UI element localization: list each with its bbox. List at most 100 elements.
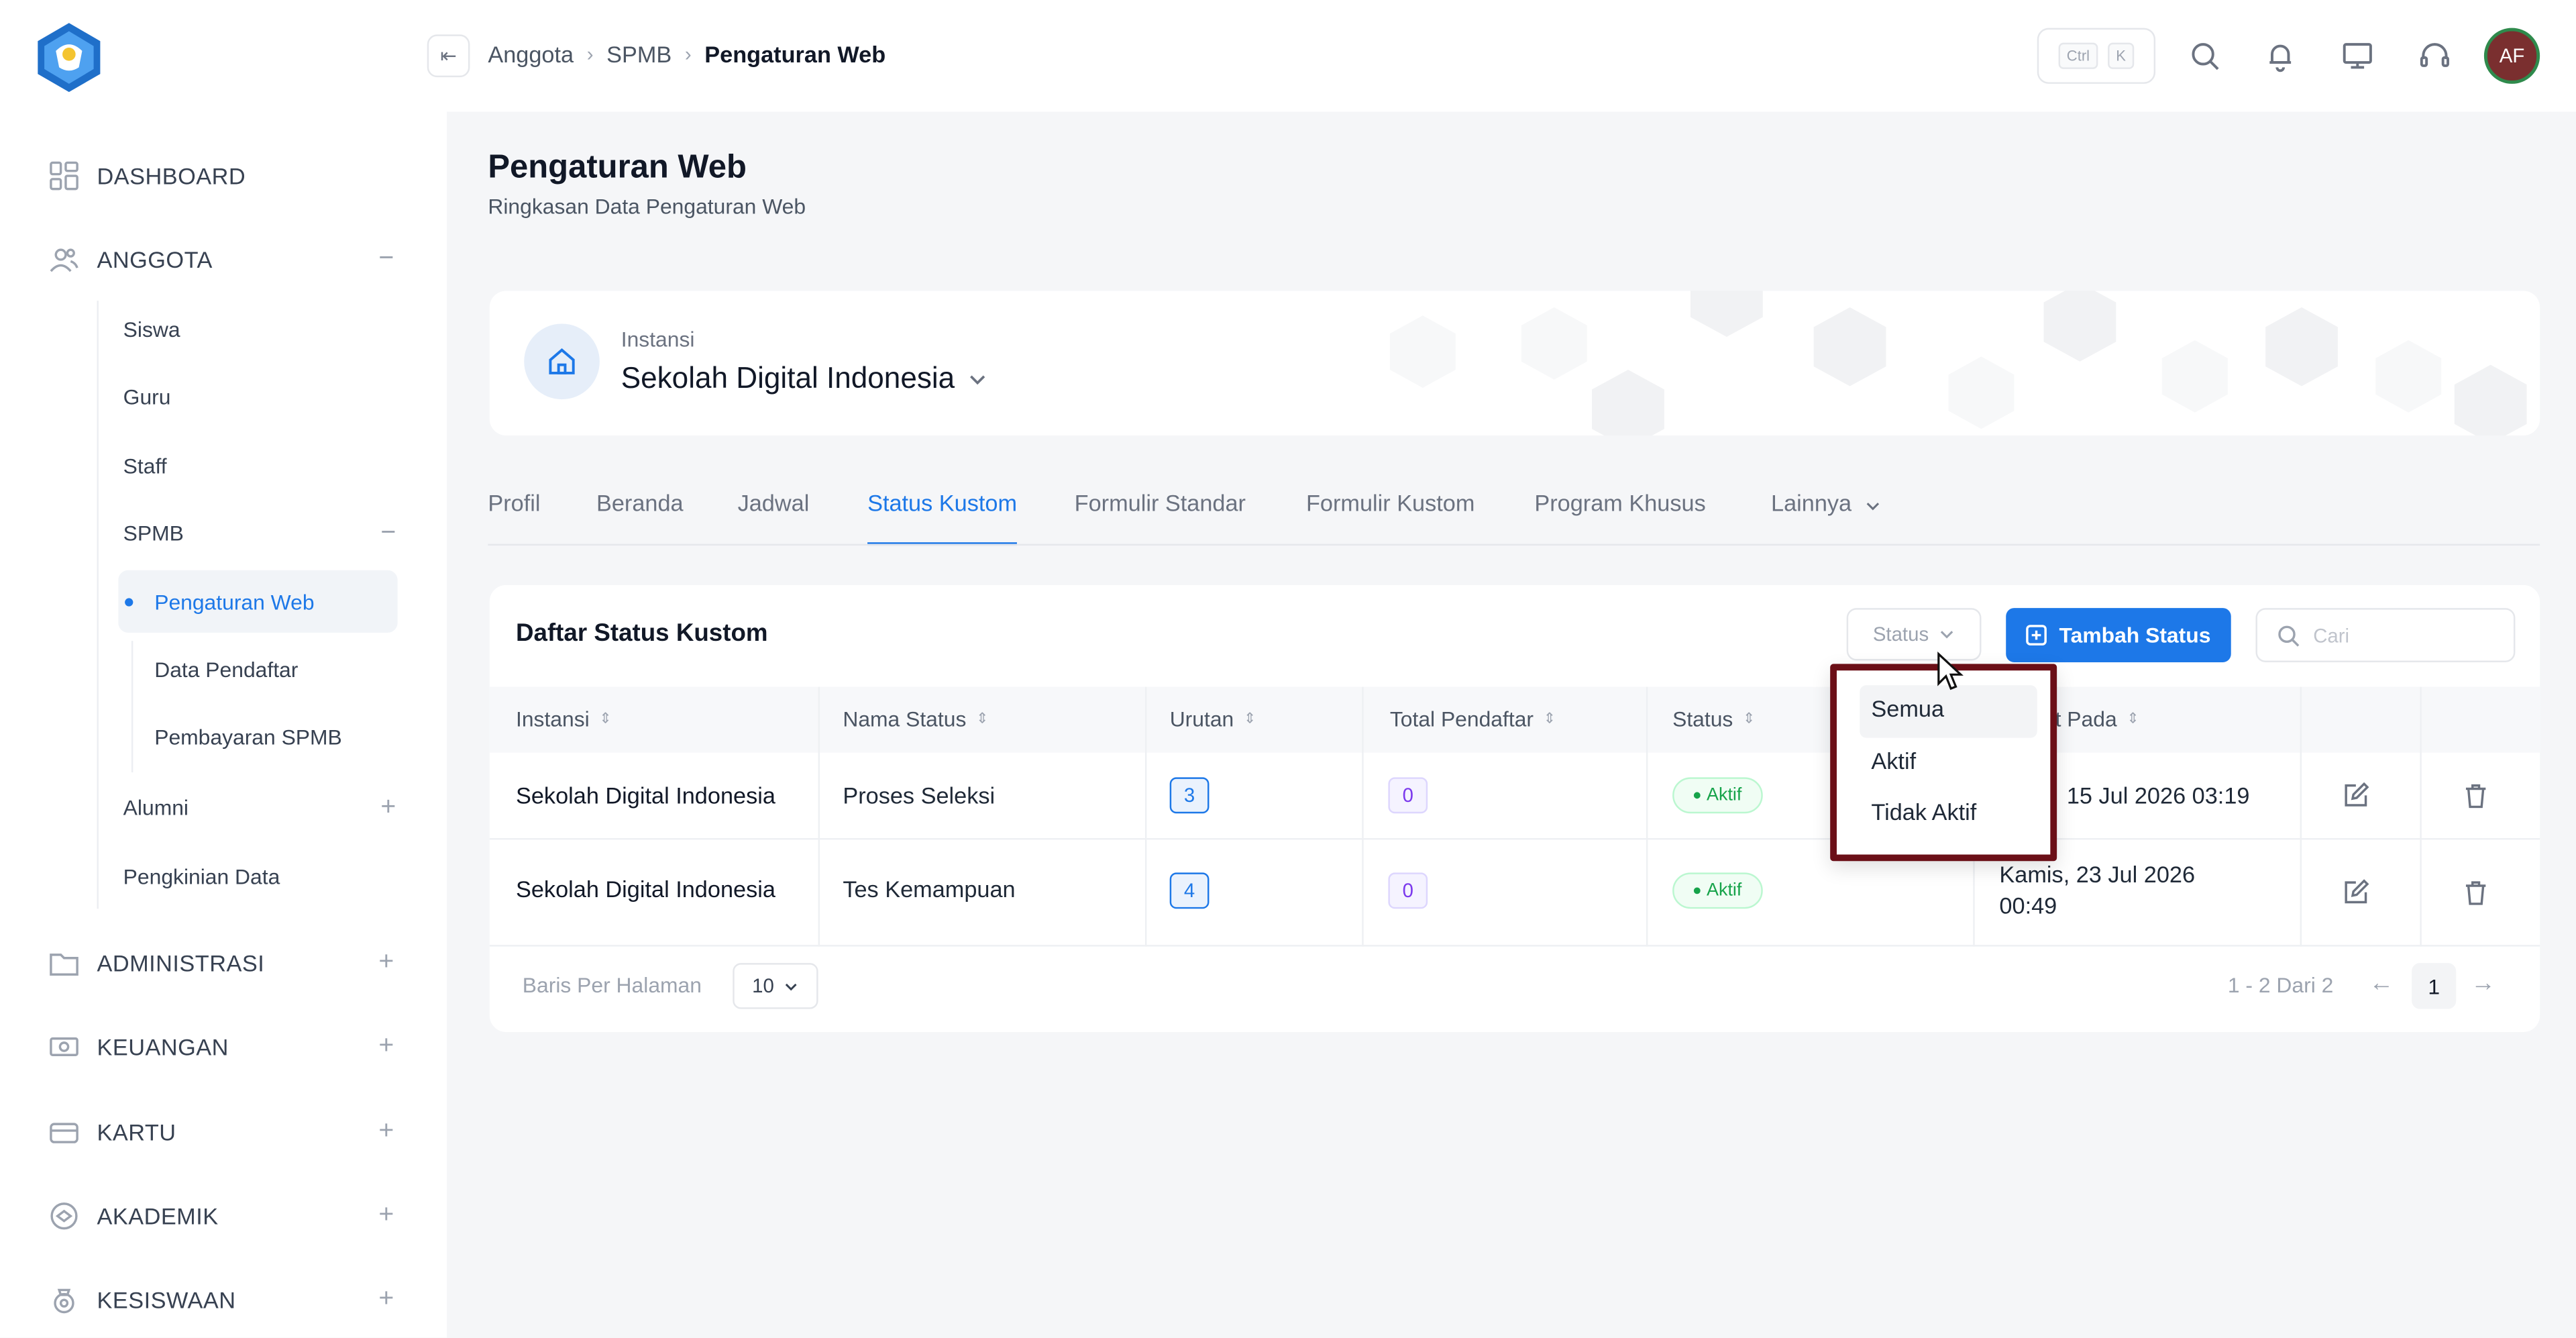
sidebar-item-anggota[interactable]: ANGGOTA − xyxy=(49,245,394,274)
tab-formulir-kustom[interactable]: Formulir Kustom xyxy=(1306,490,1474,546)
dropdown-option-semua[interactable]: Semua xyxy=(1871,695,1944,721)
urutan-badge: 3 xyxy=(1169,777,1210,814)
command-search-button[interactable]: Ctrl K xyxy=(2037,28,2156,84)
tab-lainnya[interactable]: Lainnya xyxy=(1771,490,1881,546)
table-header: Instansi ⇕ Nama Status ⇕ Urutan ⇕ Total Pen… xyxy=(489,686,2540,753)
search-icon[interactable] xyxy=(2188,40,2221,72)
instansi-label: Instansi xyxy=(621,327,695,352)
sort-icon: ⇕ xyxy=(1543,709,1556,727)
tab-jadwal[interactable]: Jadwal xyxy=(738,490,810,546)
card-title: Daftar Status Kustom xyxy=(515,619,768,648)
dropdown-option-tidak-aktif[interactable]: Tidak Aktif xyxy=(1871,799,1976,825)
table-row: Sekolah Digital Indonesia Tes Kemampuan … xyxy=(489,839,2540,947)
sidebar-item-guru[interactable]: Guru xyxy=(123,384,396,409)
table-row: Sekolah Digital Indonesia Proses Seleksi… xyxy=(489,753,2540,840)
plus-square-icon xyxy=(2027,625,2047,646)
sidebar-item-kesiswaan[interactable]: KESISWAAN + xyxy=(49,1285,394,1315)
column-header-total-pendaftar[interactable]: Total Pendaftar ⇕ xyxy=(1390,707,1556,731)
column-header-status[interactable]: Status ⇕ xyxy=(1672,707,1755,731)
arrow-left-icon[interactable]: ← xyxy=(2369,970,2394,998)
trash-icon[interactable] xyxy=(2463,879,2489,905)
rows-per-page-select[interactable]: 10 xyxy=(733,963,818,1009)
sidebar-item-label: SPMB xyxy=(123,521,184,546)
avatar[interactable]: AF xyxy=(2483,28,2540,84)
sidebar-item-spmb[interactable]: SPMB − xyxy=(123,519,396,548)
status-table-card: Daftar Status Kustom Status Tambah Statu… xyxy=(489,584,2540,1032)
rows-per-page-label: Baris Per Halaman xyxy=(522,972,702,998)
monitor-icon[interactable] xyxy=(2341,40,2374,72)
sidebar-item-pembayaran-spmb[interactable]: Pembayaran SPMB xyxy=(154,725,342,750)
sidebar-item-administrasi[interactable]: ADMINISTRASI + xyxy=(49,948,394,978)
instansi-selector[interactable]: Sekolah Digital Indonesia xyxy=(621,362,987,396)
sidebar-item-keuangan[interactable]: KEUANGAN + xyxy=(49,1032,394,1062)
trash-icon[interactable] xyxy=(2463,782,2489,809)
sort-icon: ⇕ xyxy=(1243,709,1256,727)
expand-icon[interactable]: + xyxy=(380,793,396,823)
spmb-tree-line xyxy=(131,641,133,773)
cell-nama-status: Proses Seleksi xyxy=(843,782,996,809)
urutan-badge: 4 xyxy=(1169,872,1210,909)
breadcrumb-item[interactable]: Anggota xyxy=(488,41,574,67)
tab-profil[interactable]: Profil xyxy=(488,490,540,546)
sidebar-item-staff[interactable]: Staff xyxy=(123,454,396,478)
sort-icon: ⇕ xyxy=(1743,709,1756,727)
logo xyxy=(38,23,101,93)
sidebar-item-label: KARTU xyxy=(97,1119,176,1145)
sidebar-item-label: Guru xyxy=(123,384,171,409)
arrow-right-icon[interactable]: → xyxy=(2471,970,2496,998)
sidebar-item-pengkinian-data[interactable]: Pengkinian Data xyxy=(123,864,396,889)
sidebar-item-label: DASHBOARD xyxy=(97,162,246,189)
collapse-icon[interactable]: − xyxy=(380,519,396,548)
tab-formulir-standar[interactable]: Formulir Standar xyxy=(1075,490,1246,546)
page-button-current[interactable]: 1 xyxy=(2412,963,2457,1009)
tab-beranda[interactable]: Beranda xyxy=(596,490,684,546)
bell-icon[interactable] xyxy=(2264,40,2297,72)
kbd-k: K xyxy=(2108,42,2135,69)
edit-icon[interactable] xyxy=(2343,879,2369,905)
expand-icon[interactable]: + xyxy=(378,948,394,978)
sidebar-item-label: Pembayaran SPMB xyxy=(154,725,342,750)
sidebar-item-dashboard[interactable]: DASHBOARD xyxy=(49,161,394,191)
sidebar-item-label: Alumni xyxy=(123,795,189,821)
avatar-initials: AF xyxy=(2499,44,2525,68)
anggota-tree-line xyxy=(97,301,99,909)
sidebar-item-label: ADMINISTRASI xyxy=(97,949,265,976)
column-header-nama-status[interactable]: Nama Status ⇕ xyxy=(843,707,988,731)
sidebar-item-label: KEUANGAN xyxy=(97,1033,229,1060)
column-header-urutan[interactable]: Urutan ⇕ xyxy=(1170,707,1256,731)
expand-icon[interactable]: + xyxy=(378,1285,394,1315)
search-input[interactable]: Cari xyxy=(2255,608,2516,662)
collapse-sidebar-button[interactable]: ⇤ xyxy=(427,34,470,78)
dropdown-option-aktif[interactable]: Aktif xyxy=(1871,748,1916,774)
sidebar-item-akademik[interactable]: AKADEMIK + xyxy=(49,1201,394,1231)
search-icon xyxy=(2278,625,2300,646)
active-dot-icon xyxy=(125,598,133,607)
cell-time: 00:49 xyxy=(1999,892,2057,919)
home-icon xyxy=(524,323,600,400)
collapse-icon[interactable]: − xyxy=(378,245,394,274)
sidebar-item-pengaturan-web[interactable]: Pengaturan Web xyxy=(154,590,314,615)
sidebar-item-alumni[interactable]: Alumni + xyxy=(123,793,396,823)
expand-icon[interactable]: + xyxy=(378,1201,394,1231)
expand-icon[interactable]: + xyxy=(378,1032,394,1062)
sidebar-item-data-pendaftar[interactable]: Data Pendaftar xyxy=(154,658,298,682)
hexagon-pattern xyxy=(1389,291,2527,435)
breadcrumb-item[interactable]: SPMB xyxy=(606,41,672,67)
money-icon xyxy=(50,1037,78,1056)
page-subtitle: Ringkasan Data Pengaturan Web xyxy=(488,193,806,219)
kbd-ctrl: Ctrl xyxy=(2058,42,2098,69)
sidebar-item-siswa[interactable]: Siswa xyxy=(123,317,396,342)
tab-status-kustom[interactable]: Status Kustom xyxy=(867,490,1018,546)
sort-icon: ⇕ xyxy=(976,709,989,727)
column-header-instansi[interactable]: Instansi ⇕ xyxy=(516,707,612,731)
mouse-cursor-icon xyxy=(1937,652,1964,690)
cell-dibuat-pada: Kamis, 23 Jul 2026 00:49 xyxy=(1999,860,2195,922)
cell-instansi: Sekolah Digital Indonesia xyxy=(515,876,775,903)
expand-icon[interactable]: + xyxy=(378,1117,394,1147)
edit-icon[interactable] xyxy=(2343,782,2369,809)
tab-program-khusus[interactable]: Program Khusus xyxy=(1534,490,1705,546)
page-title: Pengaturan Web xyxy=(488,149,747,186)
sidebar-item-kartu[interactable]: KARTU + xyxy=(49,1117,394,1147)
headset-icon[interactable] xyxy=(2418,40,2451,72)
add-status-button[interactable]: Tambah Status xyxy=(2006,608,2231,662)
